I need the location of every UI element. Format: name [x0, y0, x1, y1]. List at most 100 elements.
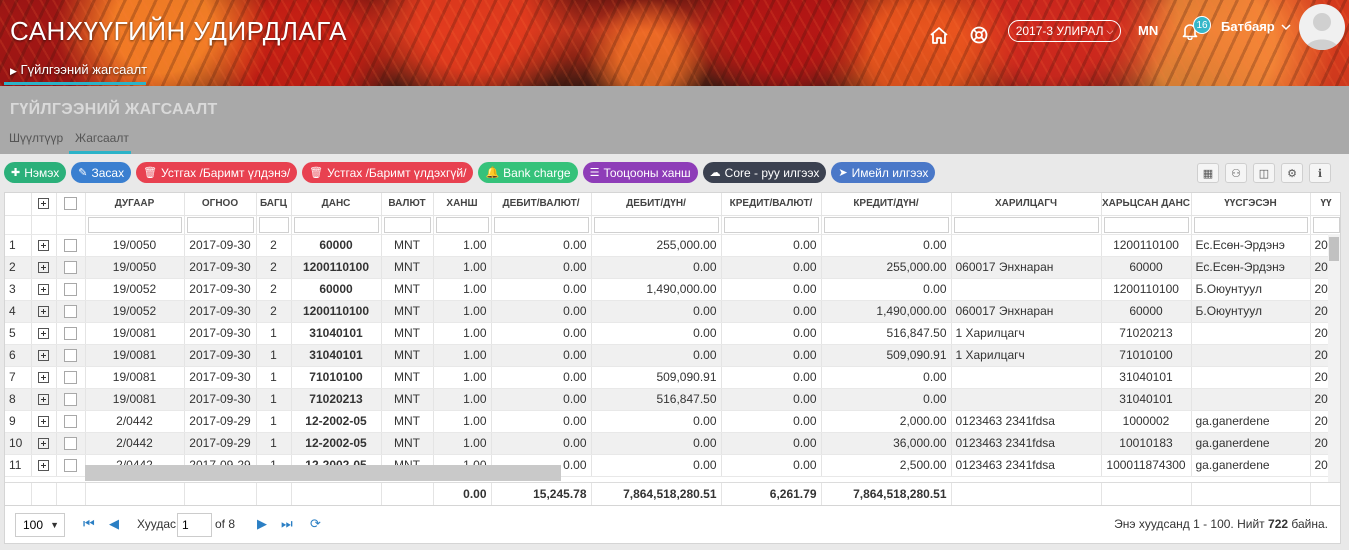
expand-cell[interactable] [31, 366, 57, 389]
expand-icon[interactable] [38, 460, 49, 472]
table-row[interactable]: 2 19/0050 2017-09-30 2 1200110100 MNT 1.00 0.00… [5, 256, 1340, 279]
select-cell[interactable] [56, 410, 86, 433]
table-row[interactable]: 6 19/0081 2017-09-30 1 31040101 MNT 1.00 0.00 0.… [5, 344, 1340, 367]
row-checkbox[interactable] [64, 437, 77, 451]
col-header-created-date[interactable]: ҮҮ [1310, 193, 1340, 216]
settings-icon[interactable]: ⚙ [1281, 163, 1303, 183]
expand-cell[interactable] [31, 410, 57, 433]
row-checkbox[interactable] [64, 415, 77, 429]
qr-icon[interactable]: ▦ [1197, 163, 1219, 183]
expand-icon[interactable] [38, 350, 49, 362]
expand-icon[interactable] [38, 416, 49, 428]
tab-filter[interactable]: Шүүлтүүр [9, 131, 63, 145]
expand-cell[interactable] [31, 256, 57, 279]
row-checkbox[interactable] [64, 327, 77, 341]
filter-number-input[interactable] [87, 216, 182, 233]
vertical-scrollbar[interactable] [1328, 234, 1340, 482]
col-header-credit-currency[interactable]: КРЕДИТ/ВАЛЮТ/ [721, 193, 822, 216]
select-cell[interactable] [56, 366, 86, 389]
row-checkbox[interactable] [64, 371, 77, 385]
tab-list[interactable]: Жагсаалт [75, 131, 129, 145]
col-header-debit-amount[interactable]: ДЕБИТ/ДҮН/ [591, 193, 722, 216]
filter-counter-account-input[interactable] [1103, 216, 1189, 233]
expand-icon[interactable] [38, 198, 49, 210]
select-cell[interactable] [56, 388, 86, 411]
filter-counterparty-input[interactable] [953, 216, 1099, 233]
edit-button[interactable]: ✎ Засах [71, 162, 132, 183]
language-switch[interactable]: MN [1138, 23, 1158, 38]
page-size-select[interactable]: 100 ▼ [15, 513, 65, 537]
col-header-account[interactable]: ДАНС [291, 193, 382, 216]
row-checkbox[interactable] [64, 261, 77, 275]
col-header-date[interactable]: ОГНОО [184, 193, 257, 216]
col-header-debit-currency[interactable]: ДЕБИТ/ВАЛЮТ/ [491, 193, 592, 216]
expand-cell[interactable] [31, 344, 57, 367]
table-row[interactable]: 3 19/0052 2017-09-30 2 60000 MNT 1.00 0.00 1,490… [5, 278, 1340, 301]
period-select[interactable]: 2017-3 УЛИРАЛ ⌵ [1008, 20, 1121, 42]
col-header-number[interactable]: ДУГААР [85, 193, 185, 216]
expand-icon[interactable] [38, 240, 49, 252]
filter-credit-currency-input[interactable] [723, 216, 819, 233]
expand-cell[interactable] [31, 322, 57, 345]
filter-account-input[interactable] [293, 216, 379, 233]
delete-no-doc-button[interactable]: 🗑 Устгах /Баримт үлдэхгүй/ [302, 162, 474, 183]
select-all-header[interactable] [56, 193, 86, 216]
expand-icon[interactable] [38, 262, 49, 274]
add-button[interactable]: ✚ Нэмэх [4, 162, 67, 183]
expand-cell[interactable] [31, 278, 57, 301]
select-cell[interactable] [56, 432, 86, 455]
expand-cell[interactable] [31, 234, 57, 257]
table-row[interactable]: 4 19/0052 2017-09-30 2 1200110100 MNT 1.00 0.00… [5, 300, 1340, 323]
filter-credit-amount-input[interactable] [823, 216, 949, 233]
row-checkbox[interactable] [64, 393, 77, 407]
filter-created-date-input[interactable] [1312, 216, 1340, 233]
select-cell[interactable] [56, 278, 86, 301]
col-header-created-by[interactable]: ҮҮСГЭСЭН [1191, 193, 1311, 216]
filter-created-by-input[interactable] [1193, 216, 1308, 233]
col-header-credit-amount[interactable]: КРЕДИТ/ДҮН/ [821, 193, 952, 216]
table-row[interactable]: 1 19/0050 2017-09-30 2 60000 MNT 1.00 0.00 255,0… [5, 234, 1340, 257]
row-checkbox[interactable] [64, 459, 77, 473]
select-cell[interactable] [56, 300, 86, 323]
expand-icon[interactable] [38, 284, 49, 296]
select-all-checkbox[interactable] [64, 197, 77, 211]
expand-cell[interactable] [31, 454, 57, 477]
vertical-scroll-thumb[interactable] [1329, 237, 1339, 261]
breadcrumb[interactable]: ▶ Гүйлгээний жагсаалт [10, 62, 147, 77]
excel-icon[interactable]: ⚇ [1225, 163, 1247, 183]
select-cell[interactable] [56, 344, 86, 367]
table-row[interactable]: 10 2/0442 2017-09-29 1 12-2002-05 MNT 1.00 0.00… [5, 432, 1340, 455]
last-page-icon[interactable]: ⏭ [281, 516, 293, 532]
col-header-currency[interactable]: ВАЛЮТ [381, 193, 434, 216]
col-header-rate[interactable]: ХАНШ [433, 193, 492, 216]
first-page-icon[interactable]: ⏮ [83, 516, 95, 532]
expand-cell[interactable] [31, 432, 57, 455]
select-cell[interactable] [56, 234, 86, 257]
filter-batch-input[interactable] [258, 216, 289, 233]
next-page-icon[interactable]: ▶ [257, 516, 267, 532]
expand-icon[interactable] [38, 394, 49, 406]
refresh-icon[interactable]: ⟳ [310, 516, 321, 532]
filter-debit-currency-input[interactable] [493, 216, 589, 233]
col-header-counter-account[interactable]: ХАРЬЦСАН ДАНС [1101, 193, 1192, 216]
expand-icon[interactable] [38, 438, 49, 450]
expand-icon[interactable] [38, 372, 49, 384]
row-checkbox[interactable] [64, 349, 77, 363]
columns-icon[interactable]: ◫ [1253, 163, 1275, 183]
filter-rate-input[interactable] [435, 216, 489, 233]
send-email-button[interactable]: ➤ Имейл илгээх [831, 162, 936, 183]
row-checkbox[interactable] [64, 283, 77, 297]
bank-charge-button[interactable]: 🔔 Bank charge [478, 162, 578, 183]
user-name[interactable]: Батбаяр [1221, 19, 1275, 34]
expand-cell[interactable] [31, 300, 57, 323]
select-cell[interactable] [56, 454, 86, 477]
home-icon[interactable] [929, 22, 949, 48]
row-checkbox[interactable] [64, 305, 77, 319]
col-header-counterparty[interactable]: ХАРИЛЦАГЧ [951, 193, 1102, 216]
settlement-rate-button[interactable]: ☰ Тооцооны ханш [582, 162, 698, 183]
avatar[interactable] [1299, 4, 1345, 50]
expand-icon[interactable] [38, 328, 49, 340]
table-row[interactable]: 5 19/0081 2017-09-30 1 31040101 MNT 1.00 0.00 0.… [5, 322, 1340, 345]
info-icon[interactable]: ℹ [1309, 163, 1331, 183]
select-cell[interactable] [56, 256, 86, 279]
